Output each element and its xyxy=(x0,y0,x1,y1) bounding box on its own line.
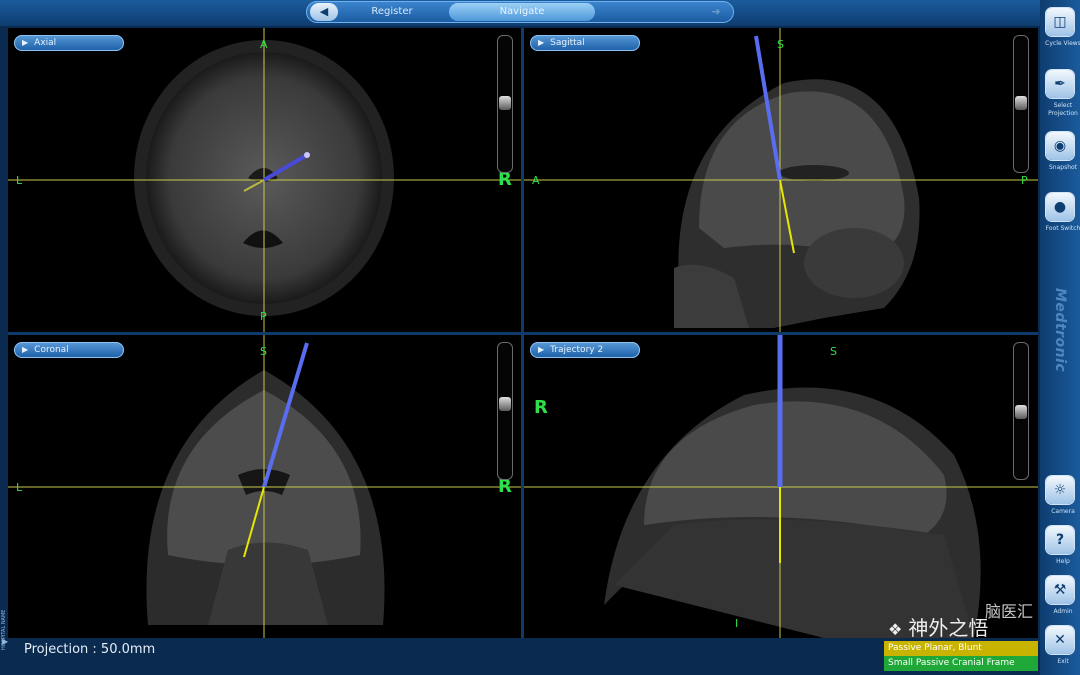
camera-snapshot-icon[interactable]: ◉ xyxy=(1046,132,1074,160)
select-projection-icon[interactable]: ✒ xyxy=(1046,70,1074,98)
exit-label: Exit xyxy=(1057,658,1069,665)
cycle-views-label: Cycle Views xyxy=(1045,40,1080,47)
play-triangle-icon: ▶ xyxy=(22,345,29,354)
slice-slider[interactable] xyxy=(497,342,513,480)
orientation-label: L xyxy=(16,174,23,187)
axial-viewport[interactable]: ▶ Axial A L R P xyxy=(8,28,521,332)
coronal-view-menu[interactable]: ▶ Coronal xyxy=(14,342,124,358)
viewport-title: Sagittal xyxy=(550,38,585,48)
play-triangle-icon: ▶ xyxy=(538,345,545,354)
expand-panel-icon[interactable]: ▶ xyxy=(2,637,8,646)
trajectory-image xyxy=(524,335,1038,638)
tab-navigate[interactable]: Navigate xyxy=(449,3,595,21)
help-label: Help xyxy=(1056,558,1070,565)
workflow-bar: ◀ Register Navigate ➜ xyxy=(0,0,1040,26)
watermark-small: 脑医汇 xyxy=(985,602,1034,621)
select-projection-label: Select Projection xyxy=(1048,102,1078,117)
brand-logo: Medtronic xyxy=(1052,288,1068,373)
back-arrow-icon[interactable]: ◀ xyxy=(310,3,338,21)
viewport-divider xyxy=(8,332,1038,335)
slice-slider[interactable] xyxy=(1013,342,1029,480)
slider-thumb[interactable] xyxy=(499,96,511,110)
axial-view-menu[interactable]: ▶ Axial xyxy=(14,35,124,51)
camera-label: Camera xyxy=(1051,508,1075,515)
cerebellum xyxy=(804,228,904,298)
tool-status-frame: Small Passive Cranial Frame xyxy=(884,656,1038,671)
tracking-camera-icon[interactable]: ☼ xyxy=(1046,476,1074,504)
tracked-tools-list: Passive Planar, Blunt Small Passive Cran… xyxy=(884,641,1038,671)
viewport-title: Axial xyxy=(34,38,57,48)
play-triangle-icon: ▶ xyxy=(538,38,545,47)
slice-slider[interactable] xyxy=(1013,35,1029,173)
trajectory-entry xyxy=(304,152,310,158)
orientation-label: P xyxy=(1021,174,1028,187)
coronal-viewport[interactable]: ▶ Coronal S L R xyxy=(8,335,521,638)
orientation-label: I xyxy=(735,617,739,630)
axial-image xyxy=(8,28,521,332)
slider-thumb[interactable] xyxy=(1015,96,1027,110)
trajectory-viewport[interactable]: ▶ Trajectory 2 S R I xyxy=(524,335,1038,638)
close-icon[interactable]: ✕ xyxy=(1046,626,1074,654)
viewport-title: Coronal xyxy=(34,345,69,355)
foot-switch-label: Foot Switch xyxy=(1045,225,1080,232)
viewer-area: ▶ Axial A L R P ▶ Sagittal S A P ▶ Coron… xyxy=(8,28,1038,638)
workflow-tabs: ◀ Register Navigate ➜ xyxy=(306,1,734,23)
sagittal-viewport[interactable]: ▶ Sagittal S A P xyxy=(524,28,1038,332)
coronal-image xyxy=(8,335,521,638)
wrench-icon[interactable]: ⚒ xyxy=(1046,576,1074,604)
orientation-label: A xyxy=(532,174,540,187)
admin-label: Admin xyxy=(1053,608,1073,615)
sagittal-view-menu[interactable]: ▶ Sagittal xyxy=(530,35,640,51)
sagittal-image xyxy=(524,28,1038,332)
orientation-label: S xyxy=(830,345,837,358)
tool-status-instrument: Passive Planar, Blunt xyxy=(884,641,1038,656)
snapshot-label: Snapshot xyxy=(1048,164,1078,171)
slider-thumb[interactable] xyxy=(499,397,511,411)
trajectory-view-menu[interactable]: ▶ Trajectory 2 xyxy=(530,342,640,358)
tab-register[interactable]: Register xyxy=(342,3,442,21)
slice-slider[interactable] xyxy=(497,35,513,173)
help-icon[interactable]: ? xyxy=(1046,526,1074,554)
cycle-views-icon[interactable]: ◫ xyxy=(1046,8,1074,36)
wechat-icon: ❖ xyxy=(888,620,903,639)
orientation-label: L xyxy=(16,481,23,494)
orientation-label: S xyxy=(260,345,267,358)
orientation-label: S xyxy=(777,38,784,51)
orientation-label: A xyxy=(260,38,268,51)
projection-readout: Projection : 50.0mm xyxy=(24,642,156,657)
slider-thumb[interactable] xyxy=(1015,405,1027,419)
corpus-callosum xyxy=(779,165,849,181)
foot-switch-icon[interactable]: ● xyxy=(1046,193,1074,221)
orientation-label: R xyxy=(534,397,548,418)
play-triangle-icon: ▶ xyxy=(22,38,29,47)
orientation-label: P xyxy=(260,310,267,323)
watermark: ❖ 神外之悟 xyxy=(888,616,989,640)
forward-arrow-icon: ➜ xyxy=(711,5,721,18)
viewport-title: Trajectory 2 xyxy=(550,345,604,355)
